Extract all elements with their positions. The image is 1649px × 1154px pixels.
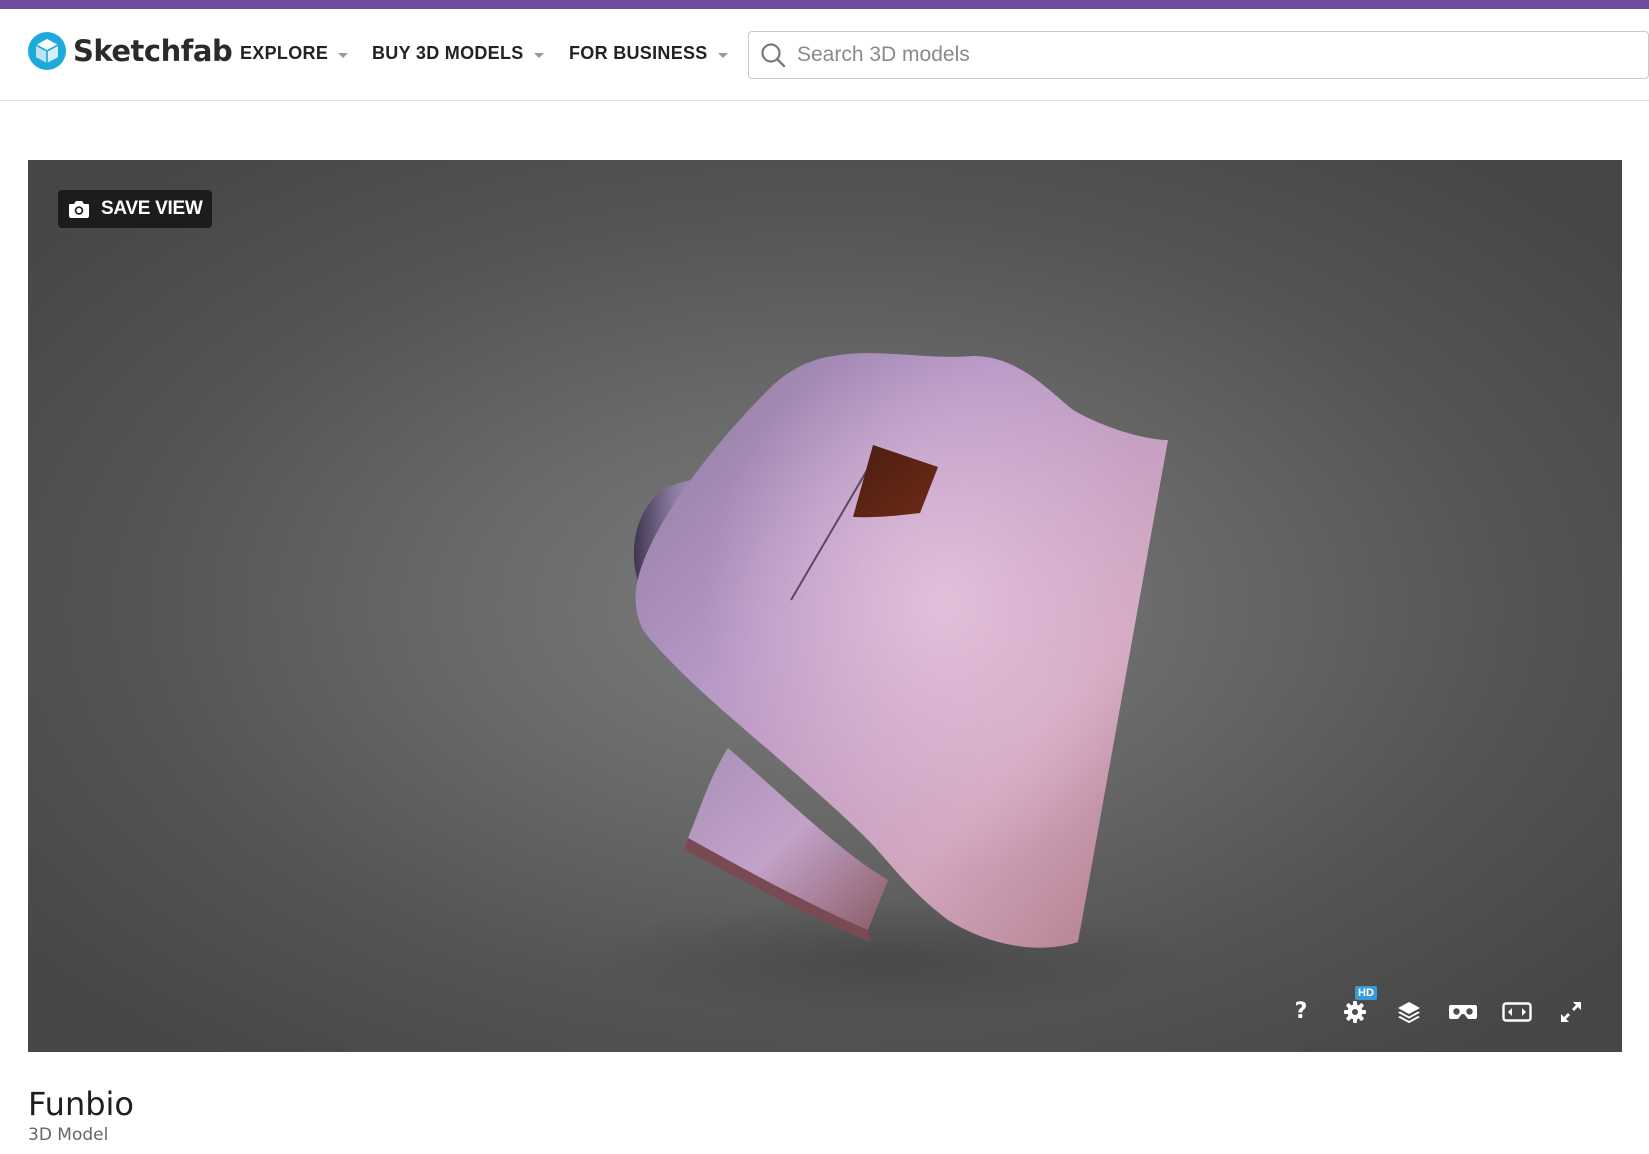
camera-icon [69,201,89,218]
fullscreen-button[interactable] [1553,994,1589,1030]
search-bar [748,31,1649,79]
fullscreen-icon [1561,1002,1581,1022]
nav-for-business[interactable]: FOR BUSINESS [569,39,728,67]
vr-button[interactable] [1445,994,1481,1030]
save-view-button[interactable]: SAVE VIEW [58,190,213,228]
widescreen-icon [1502,1002,1532,1022]
vr-headset-icon [1449,1005,1477,1019]
sketchfab-cube-logo-icon [28,32,66,70]
search-input[interactable] [797,43,1497,67]
chevron-down-icon [717,52,728,58]
hd-badge: HD [1355,986,1377,1000]
navbar: Sketchfab EXPLORE BUY 3D MODELS FOR BUSI… [0,9,1649,101]
save-view-label: SAVE VIEW [101,198,203,219]
nav-for-business-label: FOR BUSINESS [569,42,708,63]
model-title: Funbio [28,1085,134,1123]
help-button[interactable]: ? [1283,994,1319,1030]
nav-explore[interactable]: EXPLORE [240,39,349,67]
brand-name: Sketchfab [73,34,233,68]
layers-icon [1398,1002,1420,1024]
nav-explore-label: EXPLORE [240,42,329,63]
top-accent-bar [0,0,1649,9]
nav-buy-3d-models[interactable]: BUY 3D MODELS [372,39,544,67]
model-subtitle: 3D Model [28,1125,109,1145]
embed-button[interactable] [1499,994,1535,1030]
nav-buy-3d-models-label: BUY 3D MODELS [372,42,524,63]
model-viewer[interactable]: SAVE VIEW ? HD [28,160,1622,1052]
help-icon: ? [1294,999,1308,1024]
search-icon[interactable] [759,41,787,69]
chevron-down-icon [533,52,544,58]
chevron-down-icon [338,52,349,58]
sketchfab-logo[interactable]: Sketchfab [27,31,233,71]
settings-button[interactable]: HD [1337,986,1377,1030]
layers-button[interactable] [1391,994,1427,1030]
gear-icon [1344,1001,1366,1023]
3d-model-render[interactable] [28,160,1622,1052]
